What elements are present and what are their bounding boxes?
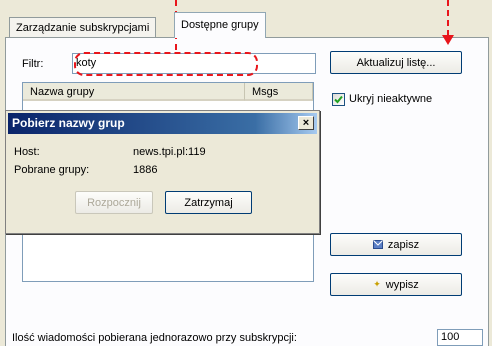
checkmark-icon	[334, 95, 343, 104]
groups-count-value: 1886	[133, 164, 158, 176]
groups-count-label: Pobrane grupy:	[14, 164, 90, 176]
refresh-list-label: Aktualizuj listę...	[356, 56, 436, 69]
tab-available-groups[interactable]: Dostępne grupy	[174, 12, 266, 38]
fetch-groups-dialog: Pobierz nazwy grup × Host: news.tpi.pl:1…	[5, 110, 320, 234]
start-button[interactable]: Rozpocznij	[75, 191, 153, 214]
dialog-title-bar: Pobierz nazwy grup ×	[8, 113, 317, 134]
unsubscribe-button[interactable]: ✦ wypisz	[330, 273, 462, 296]
stop-label: Zatrzymaj	[184, 196, 233, 209]
hide-inactive-label: Ukryj nieaktywne	[349, 93, 433, 105]
unsubscribe-icon: ✦	[373, 279, 381, 289]
start-label: Rozpocznij	[87, 196, 141, 209]
column-header-group-name[interactable]: Nazwa grupy	[23, 83, 245, 101]
annotation-arrow-refresh	[447, 0, 449, 36]
host-value: news.tpi.pl:119	[133, 146, 206, 158]
arrow-down-icon	[442, 35, 454, 45]
unsubscribe-label: wypisz	[385, 278, 419, 291]
hide-inactive-checkbox[interactable]	[332, 93, 345, 106]
footer-label: Ilość wiadomości pobierana jednorazowo p…	[12, 332, 297, 344]
envelope-icon	[372, 240, 383, 249]
refresh-list-button[interactable]: Aktualizuj listę...	[330, 51, 462, 74]
tab-subscription-management[interactable]: Zarządzanie subskrypcjami	[9, 17, 157, 37]
stop-button[interactable]: Zatrzymaj	[165, 191, 252, 214]
messages-per-subscription-input[interactable]: 100	[437, 329, 483, 346]
close-icon[interactable]: ×	[298, 116, 314, 130]
filter-highlight-annotation	[74, 52, 258, 76]
subscribe-button[interactable]: zapisz	[330, 233, 462, 256]
subscribe-label: zapisz	[387, 238, 420, 251]
host-label: Host:	[14, 146, 40, 158]
dialog-title: Pobierz nazwy grup	[12, 116, 125, 130]
filter-label: Filtr:	[22, 58, 44, 70]
column-header-msgs[interactable]: Msgs	[245, 83, 313, 101]
